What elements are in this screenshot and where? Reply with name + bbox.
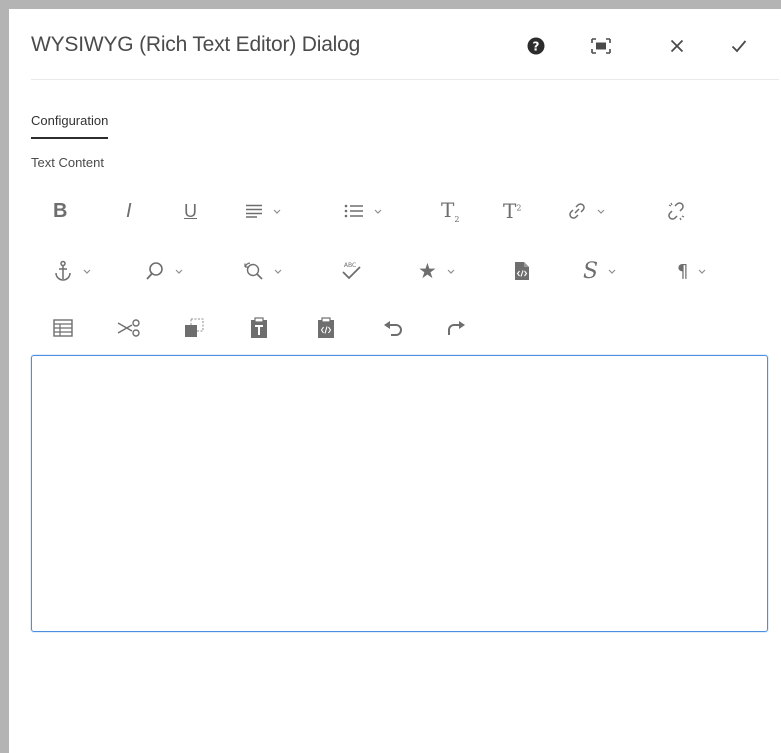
find-dropdown[interactable]	[145, 251, 183, 291]
list-icon	[344, 204, 364, 218]
special-char-dropdown[interactable]: ★	[418, 251, 455, 291]
text-content-label: Text Content	[31, 155, 104, 170]
copy-button[interactable]	[184, 308, 204, 348]
chevron-down-icon	[608, 269, 616, 274]
chevron-down-icon	[274, 269, 282, 274]
spellcheck-icon: ABC	[340, 261, 362, 281]
dialog-title: WYSIWYG (Rich Text Editor) Dialog	[31, 33, 361, 56]
undo-icon	[383, 320, 403, 336]
chevron-down-icon	[447, 269, 455, 274]
table-button[interactable]	[53, 308, 73, 348]
scissors-icon	[117, 319, 141, 337]
paste-text-button[interactable]	[250, 308, 268, 348]
italic-button[interactable]: I	[126, 191, 132, 231]
superscript-button[interactable]: T2	[503, 191, 521, 231]
fullscreen-icon	[591, 38, 611, 54]
source-edit-button[interactable]	[514, 251, 530, 291]
help-icon: ?	[527, 37, 545, 55]
underline-button[interactable]: U	[184, 191, 197, 231]
chevron-down-icon	[83, 269, 91, 274]
spellcheck-text: ABC	[344, 262, 356, 269]
window-frame-left	[0, 0, 9, 753]
chevron-down-icon	[597, 209, 605, 214]
link-dropdown[interactable]	[567, 191, 605, 231]
cut-button[interactable]	[117, 308, 141, 348]
chevron-down-icon	[374, 209, 382, 214]
superscript-icon: T2	[503, 199, 522, 223]
paste-text-icon	[250, 317, 268, 339]
source-file-icon	[514, 261, 530, 281]
svg-text:?: ?	[533, 40, 540, 54]
tab-list: Configuration	[31, 112, 109, 139]
paste-code-icon	[317, 317, 335, 339]
paragraph-format-dropdown[interactable]: ¶	[677, 251, 706, 291]
unlink-icon	[665, 200, 687, 222]
subscript-button[interactable]: T2	[441, 191, 459, 231]
help-button[interactable]: ?	[521, 31, 551, 61]
styles-icon: S	[583, 258, 599, 284]
spellcheck-button[interactable]: ABC	[340, 251, 362, 291]
table-icon	[53, 319, 73, 337]
underline-icon: U	[184, 200, 197, 221]
done-button[interactable]	[724, 31, 754, 61]
styles-dropdown[interactable]: S	[583, 251, 616, 291]
anchor-dropdown[interactable]	[53, 251, 91, 291]
copy-icon	[184, 318, 204, 338]
fullscreen-button[interactable]	[586, 31, 616, 61]
bold-icon: B	[53, 199, 68, 222]
window-frame-top	[0, 0, 781, 9]
redo-icon	[446, 320, 466, 336]
rich-text-editor[interactable]	[31, 355, 768, 632]
italic-icon: I	[126, 199, 132, 222]
align-icon	[245, 204, 263, 218]
close-button[interactable]	[662, 31, 692, 61]
toolbar-row-tools: ABC ★ S ¶	[31, 251, 771, 291]
rte-dialog: WYSIWYG (Rich Text Editor) Dialog ? Conf…	[9, 9, 781, 753]
undo-button[interactable]	[383, 308, 403, 348]
paste-word-button[interactable]	[317, 308, 335, 348]
find-replace-dropdown[interactable]	[242, 251, 282, 291]
align-dropdown[interactable]	[245, 191, 281, 231]
link-icon	[567, 201, 587, 221]
chevron-down-icon	[273, 209, 281, 214]
anchor-icon	[53, 260, 73, 282]
tab-configuration[interactable]: Configuration	[31, 113, 109, 139]
find-icon	[145, 261, 165, 281]
close-icon	[670, 39, 684, 53]
paragraph-icon: ¶	[677, 260, 689, 282]
redo-button[interactable]	[446, 308, 466, 348]
unlink-button[interactable]	[665, 191, 687, 231]
star-icon: ★	[418, 259, 437, 283]
find-replace-icon	[242, 261, 264, 281]
list-dropdown[interactable]	[344, 191, 382, 231]
bold-button[interactable]: B	[53, 191, 67, 231]
chevron-down-icon	[175, 269, 183, 274]
subscript-icon: T2	[441, 198, 460, 224]
chevron-down-icon	[698, 269, 706, 274]
dialog-header: WYSIWYG (Rich Text Editor) Dialog ?	[31, 9, 779, 80]
toolbar-row-format: B I U T2 T2	[31, 191, 771, 231]
toolbar-row-edit	[31, 308, 771, 348]
check-icon	[731, 39, 747, 53]
